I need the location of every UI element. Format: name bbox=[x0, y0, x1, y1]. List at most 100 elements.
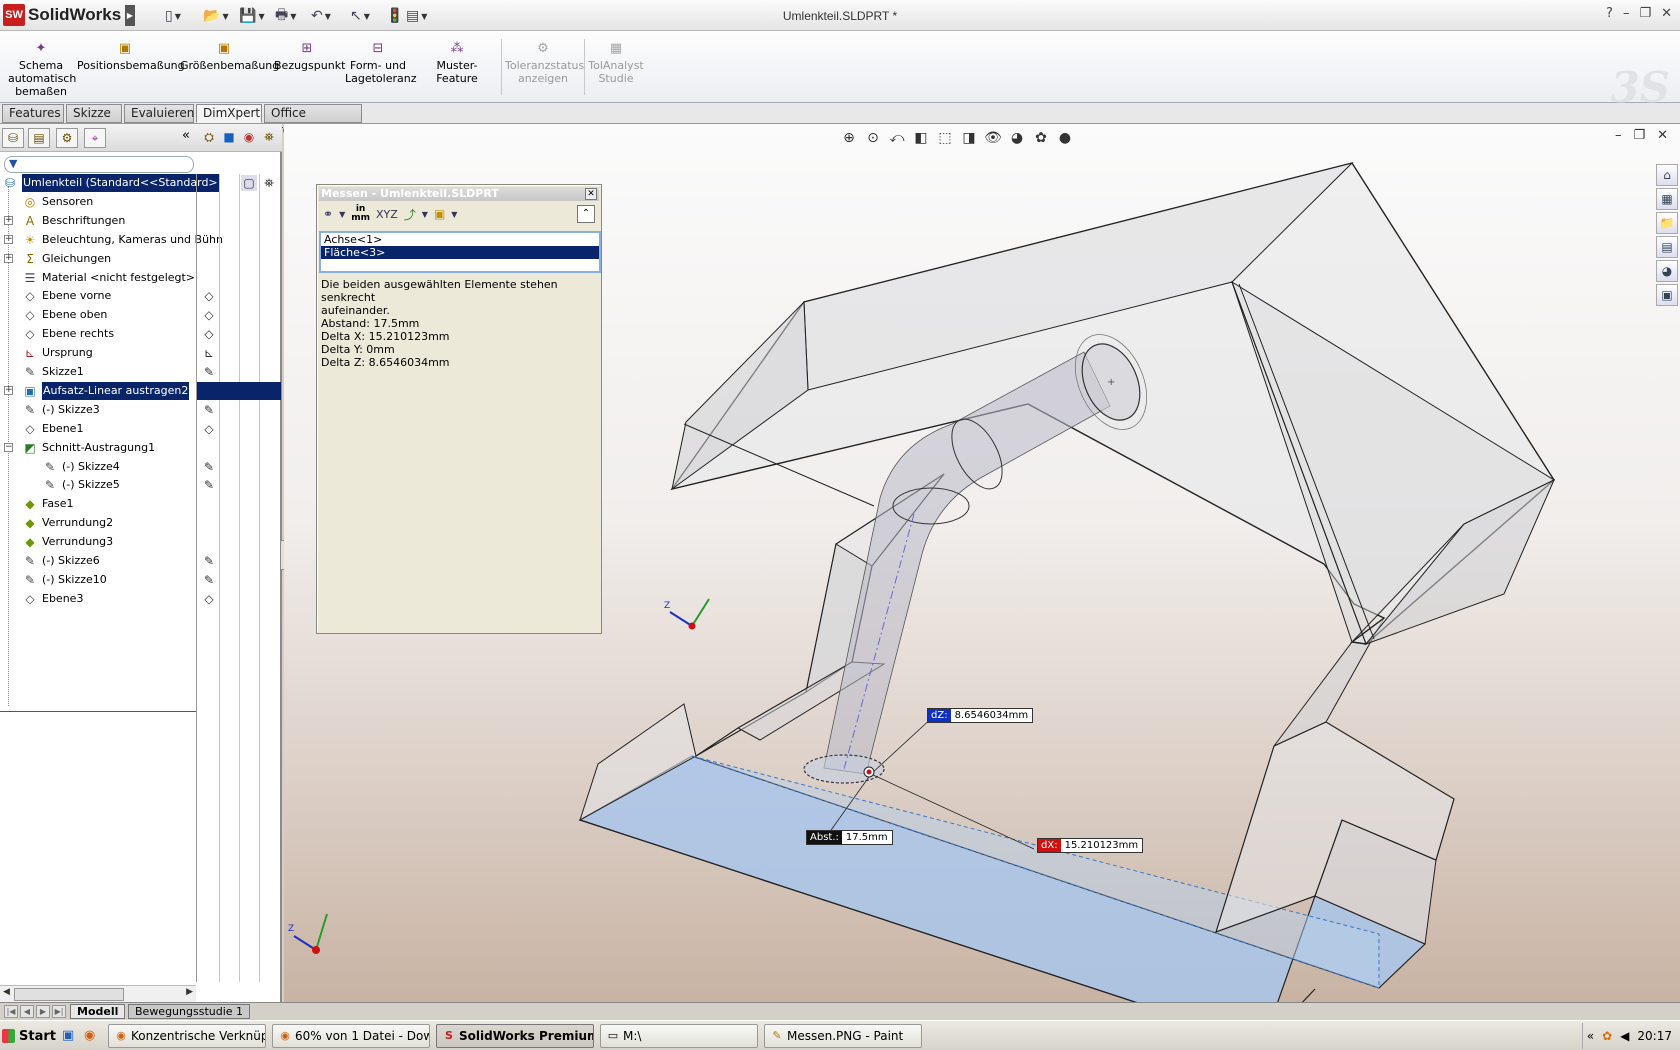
next-tab-icon[interactable]: ▶ bbox=[36, 1005, 50, 1018]
tree-item[interactable]: ☰ Material <nicht festgelegt> bbox=[0, 269, 196, 287]
tree-item[interactable]: + Σ Gleichungen bbox=[0, 250, 196, 268]
tray-expand-icon[interactable]: « bbox=[1587, 1029, 1594, 1043]
tab-dimxpert[interactable]: DimXpert bbox=[196, 104, 262, 123]
tree-item[interactable]: ⊾ Ursprung bbox=[0, 344, 196, 362]
tree-item[interactable]: ◎ Sensoren bbox=[0, 193, 196, 211]
previous-view-icon[interactable]: ⤺ bbox=[887, 130, 907, 150]
scroll-left-icon[interactable]: ◀ bbox=[3, 987, 10, 997]
home-icon[interactable]: ⌂ bbox=[1656, 164, 1678, 186]
clock[interactable]: 20:17 bbox=[1637, 1029, 1672, 1043]
selection-item-face[interactable]: Fläche<3> bbox=[321, 246, 599, 259]
tree-item[interactable]: ◇ Ebene vorne bbox=[0, 287, 196, 305]
tab-modell[interactable]: Modell bbox=[70, 1004, 126, 1019]
dimxpert-status-icon[interactable]: ✎ bbox=[201, 572, 217, 588]
tree-expander-icon[interactable]: + bbox=[4, 234, 13, 244]
config-state-icon[interactable]: ▢ bbox=[241, 175, 257, 191]
tree-item[interactable]: ✎ Skizze1 bbox=[0, 363, 196, 381]
zoom-to-area-icon[interactable]: ⊙ bbox=[863, 130, 883, 150]
measure-close-button[interactable]: ✕ bbox=[585, 188, 597, 200]
dimxpert-status-icon[interactable]: ⊾ bbox=[201, 345, 217, 361]
start-button[interactable]: Start bbox=[2, 1024, 56, 1048]
zoom-to-fit-icon[interactable]: ⊕ bbox=[839, 130, 859, 150]
xyz-measure-icon[interactable]: XYZ bbox=[376, 208, 398, 221]
tree-item[interactable]: + A Beschriftungen bbox=[0, 212, 196, 230]
tree-item[interactable]: ◇ Ebene3 bbox=[0, 590, 196, 608]
dimxpert-status-icon[interactable]: ◇ bbox=[201, 288, 217, 304]
configuration-manager-tab-icon[interactable]: ⚙ bbox=[56, 128, 78, 148]
view-settings-icon[interactable]: ● bbox=[1055, 130, 1075, 150]
dimxpert-status-icon[interactable]: ◇ bbox=[201, 307, 217, 323]
scene-icon[interactable]: ⛯ bbox=[258, 128, 280, 148]
property-manager-tab-icon[interactable]: ▤ bbox=[28, 128, 50, 148]
custom-properties-icon[interactable]: ▣ bbox=[1656, 284, 1678, 306]
tree-item[interactable]: − ◩ Schnitt-Austragung1 bbox=[0, 439, 196, 457]
projection-icon[interactable]: ⤴ bbox=[404, 206, 416, 223]
chevron-down-icon[interactable]: ▼ bbox=[422, 210, 428, 219]
tree-item[interactable]: ✎ (-) Skizze5 bbox=[0, 476, 196, 494]
previous-tab-icon[interactable]: ◀ bbox=[20, 1005, 34, 1018]
tab-office-produkte[interactable]: Office Produkte bbox=[264, 104, 362, 137]
tree-item[interactable]: ✎ (-) Skizze6 bbox=[0, 552, 196, 570]
tray-app-icon[interactable]: ✿ bbox=[1602, 1029, 1612, 1043]
abst-callout[interactable]: Abst.: 17.5mm bbox=[806, 830, 893, 845]
scrollbar-thumb[interactable] bbox=[14, 988, 124, 1001]
tree-item[interactable]: ◇ Ebene oben bbox=[0, 306, 196, 324]
dimxpert-status-icon[interactable]: ✎ bbox=[201, 553, 217, 569]
location-dimension-button[interactable]: ▣ Positionsbemaßung bbox=[77, 41, 185, 72]
tab-bewegungsstudie[interactable]: Bewegungsstudie 1 bbox=[128, 1004, 251, 1019]
taskbar-item[interactable]: ✎ Messen.PNG - Paint bbox=[764, 1024, 922, 1048]
edit-appearance-icon[interactable]: ◕ bbox=[1007, 130, 1027, 150]
units-precision-button[interactable]: in mm bbox=[351, 205, 370, 223]
chevron-down-icon[interactable]: ▼ bbox=[451, 210, 457, 219]
tree-item[interactable]: ◆ Verrundung3 bbox=[0, 533, 196, 551]
tree-expander-icon[interactable]: − bbox=[4, 442, 13, 452]
view-palette-icon[interactable]: ▤ bbox=[1656, 236, 1678, 258]
display-state-icon[interactable]: ⛯ bbox=[261, 175, 277, 191]
tree-item[interactable]: ✎ (-) Skizze10 bbox=[0, 571, 196, 589]
tree-item[interactable]: ✎ (-) Skizze3 bbox=[0, 401, 196, 419]
tolanalyst-button[interactable]: ▦ TolAnalyst Studie bbox=[588, 41, 644, 85]
restore-button[interactable]: ❐ bbox=[1639, 6, 1651, 21]
tree-item[interactable]: + ☀ Beleuchtung, Kameras und Bühn bbox=[0, 231, 223, 249]
tree-item[interactable]: ◆ Verrundung2 bbox=[0, 514, 196, 532]
dx-callout[interactable]: dX: 15.210123mm bbox=[1037, 838, 1144, 853]
dimxpert-status-icon[interactable]: ◇ bbox=[201, 326, 217, 342]
volume-icon[interactable]: ◀ bbox=[1620, 1029, 1629, 1043]
tree-item[interactable]: ⛁ Umlenkteil (Standard<<Standard> bbox=[0, 174, 219, 192]
viewport-minimize-button[interactable]: – bbox=[1615, 128, 1622, 143]
scroll-right-icon[interactable]: ▶ bbox=[186, 987, 193, 997]
pattern-feature-button[interactable]: ⁂ Muster-Feature bbox=[416, 41, 498, 85]
history-icon[interactable]: ▣ bbox=[434, 207, 445, 221]
first-tab-icon[interactable]: |◀ bbox=[4, 1005, 18, 1018]
tree-expander-icon[interactable]: + bbox=[4, 215, 13, 225]
tab-skizze[interactable]: Skizze bbox=[66, 104, 122, 123]
appearance-icon[interactable]: ◉ bbox=[238, 128, 260, 148]
tree-filter-input[interactable]: ▼ bbox=[4, 156, 194, 173]
taskbar-item[interactable]: ▭ M:\ bbox=[600, 1024, 758, 1048]
view-orientation-icon[interactable]: ⬚ bbox=[935, 130, 955, 150]
help-button[interactable]: ? bbox=[1606, 6, 1613, 21]
last-tab-icon[interactable]: ▶| bbox=[52, 1005, 66, 1018]
auto-dim-scheme-button[interactable]: ✦ Schema automatisch bemaßen bbox=[8, 41, 76, 98]
dz-callout[interactable]: dZ: 8.6546034mm bbox=[927, 708, 1034, 723]
tab-evaluieren[interactable]: Evaluieren bbox=[124, 104, 194, 123]
tab-features[interactable]: Features bbox=[2, 104, 64, 123]
size-dimension-button[interactable]: ▣ Größenbemaßung bbox=[180, 41, 279, 72]
tree-item[interactable]: ◇ Ebene1 bbox=[0, 420, 196, 438]
tree-item[interactable]: ✎ (-) Skizze4 bbox=[0, 458, 196, 476]
dimxpert-status-icon[interactable]: ✎ bbox=[201, 477, 217, 493]
collapse-dialog-button[interactable]: ⌃ bbox=[577, 205, 595, 223]
dimxpert-status-icon[interactable]: ◇ bbox=[201, 591, 217, 607]
hide-show-items-icon[interactable]: 👁 bbox=[983, 130, 1003, 150]
tree-expander-icon[interactable]: + bbox=[4, 385, 13, 395]
design-library-icon[interactable]: ▦ bbox=[1656, 188, 1678, 210]
file-explorer-icon[interactable]: 📁 bbox=[1656, 212, 1678, 234]
arc-circle-measure-icon[interactable]: ⚭ bbox=[323, 207, 333, 221]
apply-scene-icon[interactable]: ✿ bbox=[1031, 130, 1051, 150]
tree-horizontal-scrollbar[interactable]: ◀ ▶ bbox=[0, 985, 196, 1002]
tree-expander-icon[interactable]: + bbox=[4, 253, 13, 263]
rollback-bar[interactable] bbox=[0, 711, 196, 712]
minimize-button[interactable]: – bbox=[1623, 6, 1630, 21]
hide-show-icon[interactable]: ■ bbox=[218, 128, 240, 148]
tree-item[interactable]: ◆ Fase1 bbox=[0, 495, 196, 513]
